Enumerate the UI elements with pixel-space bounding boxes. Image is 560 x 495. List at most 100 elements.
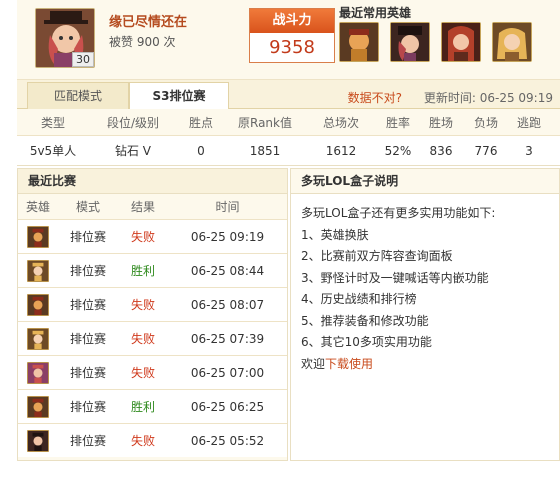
recent-matches-list: 排位赛 失败 06-25 09:19 排位赛 胜利 06-25 08:44 排位赛 失败 06-…: [18, 219, 287, 457]
match-result: 失败: [130, 332, 155, 346]
table-cell: 3: [525, 143, 533, 158]
hero-portrait-icon: [27, 361, 49, 384]
match-row[interactable]: 排位赛 失败 06-25 05:52: [18, 423, 287, 457]
table-cell: 5v5单人: [29, 144, 77, 158]
box-info-item: 6、其它10多项实用功能: [301, 335, 432, 349]
match-mode: 排位赛: [69, 332, 106, 346]
match-time: 06-25 08:07: [190, 297, 265, 312]
mode-tabs: 匹配模式 S3排位赛 数据不对? 更新时间: 06-25 09:19: [17, 80, 560, 110]
column-header: 胜率: [385, 115, 410, 130]
box-info-item: 4、历史战绩和排行榜: [301, 292, 417, 306]
hero-portrait-icon: [442, 23, 480, 61]
combat-power-label: 战斗力: [250, 9, 334, 33]
match-time: 06-25 06:25: [190, 399, 265, 414]
recent-matches-header: 英雄 模式 结果 时间: [18, 194, 287, 219]
match-time: 06-25 07:00: [190, 365, 265, 380]
column-header: 段位/级别: [106, 115, 160, 130]
match-time: 06-25 09:19: [190, 229, 265, 244]
favorite-hero-2[interactable]: [390, 22, 430, 62]
box-info-title: 多玩LOL盒子说明: [291, 169, 559, 194]
recent-matches-title: 最近比赛: [18, 169, 287, 194]
match-hero-cell: [18, 293, 58, 316]
likes-count: 被赞 900 次: [109, 35, 176, 49]
data-wrong-link[interactable]: 数据不对?: [348, 89, 402, 106]
match-row[interactable]: 排位赛 失败 06-25 09:19: [18, 219, 287, 253]
summoner-name[interactable]: 缘已尽情还在: [109, 11, 187, 30]
box-info-item: 1、英雄换肤: [301, 227, 369, 242]
favorite-heroes-title: 最近常用英雄: [339, 6, 412, 20]
favorite-hero-1[interactable]: [339, 22, 379, 62]
footer-text: 欢迎: [301, 356, 326, 371]
column-header: 时间: [215, 200, 240, 214]
table-cell: 836: [429, 143, 453, 158]
favorite-hero-4[interactable]: [492, 22, 532, 62]
table-cell: 776: [474, 143, 498, 158]
hero-portrait-icon: [27, 259, 49, 282]
tab-normal-mode[interactable]: 匹配模式: [27, 82, 129, 109]
match-row[interactable]: 排位赛 胜利 06-25 06:25: [18, 389, 287, 423]
hero-portrait-icon: [27, 327, 49, 350]
hero-portrait-icon: [391, 23, 429, 61]
column-header: 结果: [130, 200, 155, 214]
match-time: 06-25 05:52: [190, 433, 265, 448]
match-mode: 排位赛: [69, 230, 106, 244]
table-cell: 52%: [384, 143, 412, 158]
match-hero-cell: [18, 395, 58, 418]
box-info-item: 3、野怪计时及一键喊话等内嵌功能: [301, 270, 489, 285]
box-info-section: 多玩LOL盒子说明 多玩LOL盒子还有更多实用功能如下: 1、英雄换肤 2、比赛…: [290, 168, 560, 461]
match-mode: 排位赛: [69, 298, 106, 312]
box-info-intro: 多玩LOL盒子还有更多实用功能如下:: [301, 206, 496, 220]
match-hero-cell: [18, 225, 58, 248]
column-header: 英雄: [25, 200, 50, 214]
player-profile-panel: 30 缘已尽情还在 被赞 900 次 战斗力 9358 最近常用英雄 匹配模式 …: [17, 0, 560, 495]
match-row[interactable]: 排位赛 失败 06-25 08:07: [18, 287, 287, 321]
match-result: 失败: [130, 434, 155, 448]
recent-matches-section: 最近比赛 英雄 模式 结果 时间 排位赛 失败 06-25 09:19 排位赛 胜利 06…: [17, 168, 288, 461]
match-result: 胜利: [130, 400, 155, 414]
box-info-footer: 欢迎下载使用: [301, 354, 559, 376]
hero-portrait-icon: [27, 293, 49, 316]
match-result: 胜利: [130, 264, 155, 278]
summoner-level-badge: 30: [72, 52, 94, 67]
match-hero-cell: [18, 259, 58, 282]
match-time: 06-25 08:44: [190, 263, 265, 278]
box-info-item: 2、比赛前双方阵容查询面板: [301, 249, 453, 263]
table-cell: 钻石 V: [114, 144, 152, 158]
column-header: 原Rank值: [238, 115, 292, 130]
download-link[interactable]: 下载使用: [325, 357, 373, 371]
match-mode: 排位赛: [69, 400, 106, 414]
match-mode: 排位赛: [69, 264, 106, 278]
hero-portrait-icon: [27, 429, 49, 452]
match-row[interactable]: 排位赛 失败 06-25 07:00: [18, 355, 287, 389]
summoner-avatar: 30: [35, 8, 95, 68]
match-mode: 排位赛: [69, 366, 106, 380]
combat-power-value: 9358: [269, 37, 315, 58]
column-header: 总场次: [322, 115, 359, 130]
match-result: 失败: [130, 298, 155, 312]
rank-stats-table: 类型 段位/级别 胜点 原Rank值 总场次 胜率 胜场 负场 逃跑 5v5单人…: [17, 109, 560, 166]
hero-portrait-icon: [493, 23, 531, 61]
update-time: 更新时间: 06-25 09:19: [423, 91, 553, 105]
rank-table-row: 5v5单人 钻石 V 0 1851 1612 52% 836 776 3: [17, 136, 560, 166]
table-cell: 1612: [325, 143, 357, 158]
profile-header: 30 缘已尽情还在 被赞 900 次 战斗力 9358 最近常用英雄: [17, 0, 560, 80]
match-result: 失败: [130, 230, 155, 244]
column-header: 类型: [40, 115, 65, 130]
match-hero-cell: [18, 429, 58, 452]
match-row[interactable]: 排位赛 胜利 06-25 08:44: [18, 253, 287, 287]
rank-table-header: 类型 段位/级别 胜点 原Rank值 总场次 胜率 胜场 负场 逃跑: [17, 109, 560, 136]
column-header: 逃跑: [516, 115, 541, 130]
match-row[interactable]: 排位赛 失败 06-25 07:39: [18, 321, 287, 355]
match-time: 06-25 07:39: [190, 331, 265, 346]
column-header: 负场: [473, 115, 498, 130]
favorite-hero-3[interactable]: [441, 22, 481, 62]
box-info-body: 多玩LOL盒子还有更多实用功能如下: 1、英雄换肤 2、比赛前双方阵容查询面板 …: [291, 194, 559, 375]
column-header: 胜点: [188, 115, 213, 130]
box-info-item: 5、推荐装备和修改功能: [301, 313, 429, 328]
match-result: 失败: [130, 366, 155, 380]
match-mode: 排位赛: [69, 434, 106, 448]
hero-portrait-icon: [340, 23, 378, 61]
column-header: 模式: [75, 200, 100, 214]
tab-s3-ranked[interactable]: S3排位赛: [129, 82, 229, 110]
hero-portrait-icon: [27, 395, 49, 418]
